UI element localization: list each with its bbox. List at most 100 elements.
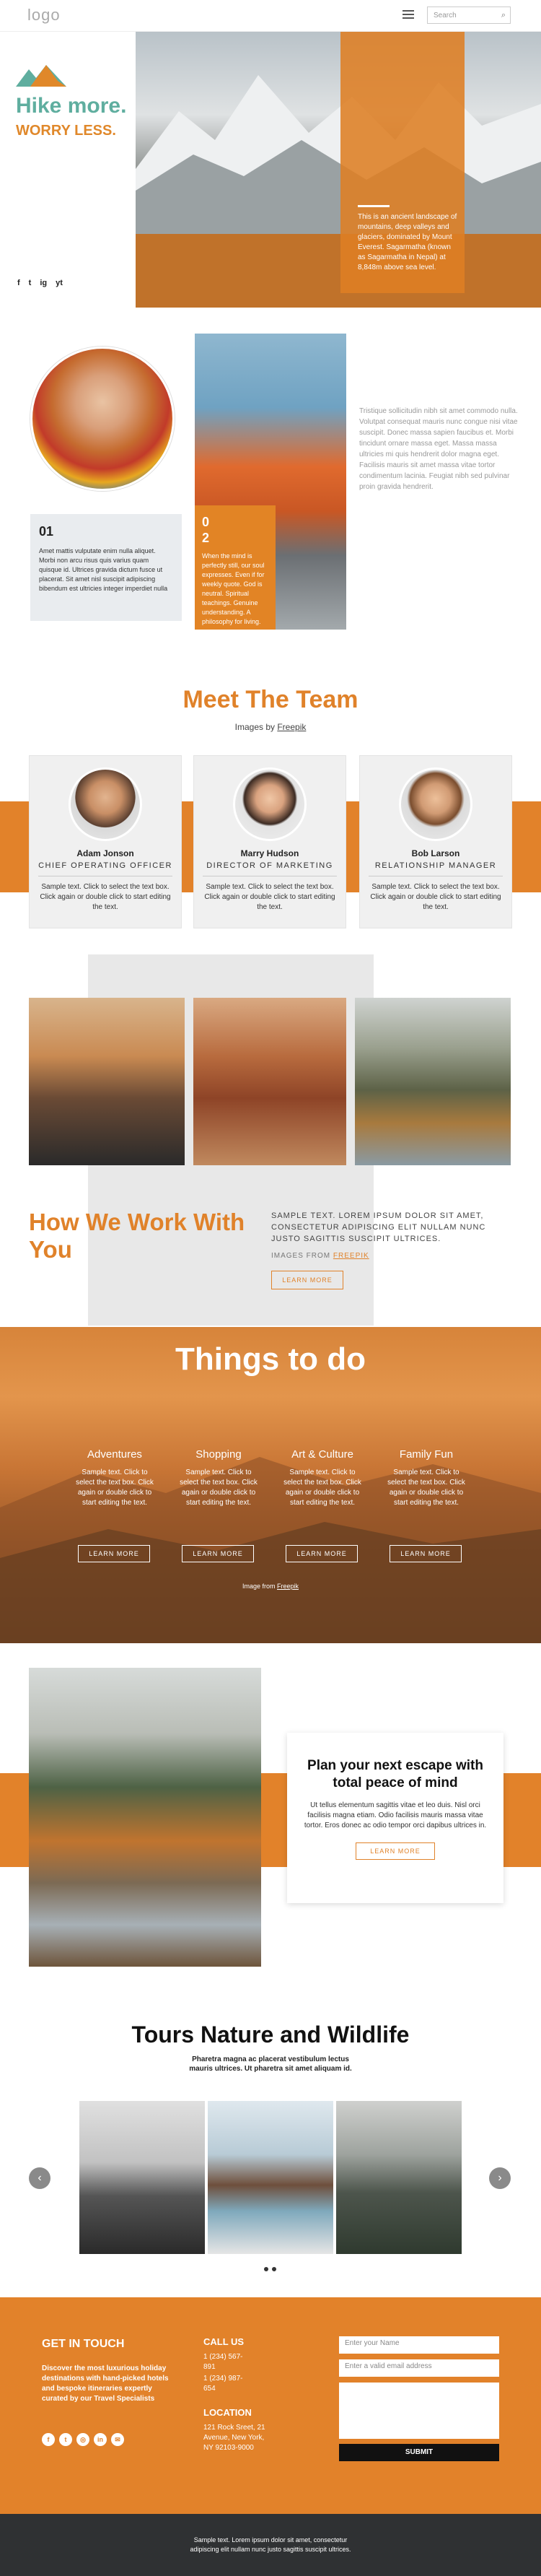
smiling-woman-photo (30, 347, 175, 491)
things-title: Things to do (175, 1341, 366, 1377)
footer-location-title: LOCATION (203, 2407, 252, 2418)
logo[interactable]: logo (27, 6, 61, 25)
message-field[interactable] (339, 2383, 499, 2439)
learn-more-button[interactable]: LEARN MORE (78, 1545, 150, 1562)
member-name: Bob Larson (411, 848, 460, 858)
things-item-family: Family Fun Sample text. Click to select … (384, 1448, 469, 1508)
footer-address: 121 Rock Sreet, 21 Avenue, New York, NY … (203, 2424, 265, 2452)
carousel-dot[interactable] (272, 2267, 276, 2271)
card-number: 01 (39, 524, 54, 539)
site-header: logo Search ⌕ (0, 0, 541, 32)
footer-phone-2[interactable]: 1 (234) 987-654 (203, 2374, 254, 2394)
linkedin-icon[interactable]: in (94, 2433, 107, 2446)
about-side-text: Tristique sollicitudin nibh sit amet com… (359, 407, 518, 491)
email-icon[interactable]: ✉ (111, 2433, 124, 2446)
carousel-dot[interactable] (264, 2267, 268, 2271)
carousel-indicators (264, 2267, 276, 2271)
search-placeholder: Search (434, 12, 457, 19)
item-text: Sample text. Click to select the text bo… (387, 1468, 465, 1507)
tour-photo-coast (208, 2101, 333, 2254)
canyon-photo (193, 998, 346, 1165)
howwework-credit: IMAGES FROM FREEPIK (271, 1252, 369, 1260)
facebook-icon[interactable]: f (17, 279, 20, 287)
member-name: Marry Hudson (240, 848, 299, 858)
card-number: 0 2 (202, 515, 210, 545)
submit-button[interactable]: SUBMIT (339, 2444, 499, 2461)
freepik-link[interactable]: Freepik (277, 722, 306, 732)
name-field[interactable]: Enter your Name (339, 2336, 499, 2354)
things-item-adventures: Adventures Sample text. Click to select … (72, 1448, 157, 1508)
member-role: CHIEF OPERATING OFFICER (38, 861, 172, 870)
item-heading: Shopping (195, 1448, 242, 1461)
tours-title: Tours Nature and Wildlife (131, 2022, 410, 2048)
avatar (399, 767, 472, 841)
item-heading: Art & Culture (291, 1448, 353, 1461)
learn-more-button[interactable]: LEARN MORE (356, 1842, 435, 1860)
search-icon[interactable]: ⌕ (501, 11, 506, 20)
hero-social-row: f t ig yt (17, 279, 63, 287)
hero-subtitle: WORRY LESS. (16, 123, 116, 139)
instagram-icon[interactable]: ig (40, 279, 47, 287)
footer-touch-title: GET IN TOUCH (42, 2338, 125, 2350)
team-title: Meet The Team (182, 686, 359, 713)
item-text: Sample text. Click to select the text bo… (283, 1468, 361, 1507)
freepik-link[interactable]: FREEPIK (333, 1252, 369, 1260)
info-card-01: 01 Amet mattis vulputate enim nulla aliq… (30, 514, 182, 621)
hero-title: Hike more. (16, 94, 127, 118)
youtube-icon[interactable]: yt (56, 279, 63, 287)
hero-divider (358, 205, 390, 207)
team-credit: Images by Freepik (0, 722, 541, 732)
learn-more-button[interactable]: LEARN MORE (271, 1271, 343, 1289)
tours-subtitle: Pharetra magna ac placerat vestibulum le… (189, 2055, 352, 2073)
things-item-art: Art & Culture Sample text. Click to sele… (280, 1448, 365, 1508)
team-card: Adam Jonson CHIEF OPERATING OFFICER Samp… (29, 755, 182, 928)
carousel-next-button[interactable]: › (489, 2167, 511, 2189)
tour-photo-cliffs (336, 2101, 462, 2254)
learn-more-button[interactable]: LEARN MORE (182, 1545, 254, 1562)
twitter-icon[interactable]: t (29, 279, 32, 287)
team-card: Marry Hudson DIRECTOR OF MARKETING Sampl… (193, 755, 346, 928)
freepik-link[interactable]: Freepik (277, 1583, 299, 1590)
footer-touch-text: Discover the most luxurious holiday dest… (42, 2364, 169, 2403)
member-text: Sample text. Click to select the text bo… (370, 883, 501, 911)
team-card: Bob Larson RELATIONSHIP MANAGER Sample t… (359, 755, 512, 928)
credit-prefix: Images by (234, 722, 278, 732)
learn-more-button[interactable]: LEARN MORE (390, 1545, 462, 1562)
footer-phone-1[interactable]: 1 (234) 567-891 (203, 2352, 254, 2372)
instagram-icon[interactable]: ◎ (76, 2433, 89, 2446)
item-heading: Adventures (87, 1448, 142, 1461)
hero-mountain-image (136, 32, 541, 308)
bottom-bar: Sample text. Lorem ipsum dolor sit amet,… (0, 2514, 541, 2576)
member-name: Adam Jonson (76, 848, 134, 858)
twitter-icon[interactable]: t (59, 2433, 72, 2446)
avatar (233, 767, 307, 841)
hero-text: This is an ancient landscape of mountain… (358, 213, 457, 271)
howwework-text: SAMPLE TEXT. LOREM IPSUM DOLOR SIT AMET,… (271, 1211, 486, 1243)
mountain-logo-icon (16, 62, 66, 90)
things-item-shopping: Shopping Sample text. Click to select th… (176, 1448, 261, 1508)
things-credit: Image from Freepik (0, 1583, 541, 1590)
hiker-photo (29, 998, 185, 1165)
learn-more-button[interactable]: LEARN MORE (286, 1545, 358, 1562)
carousel-prev-button[interactable]: ‹ (29, 2167, 50, 2189)
credit-prefix: IMAGES FROM (271, 1252, 333, 1260)
howwework-title: How We Work With You (29, 1209, 245, 1263)
item-text: Sample text. Click to select the text bo… (180, 1468, 258, 1507)
search-input[interactable]: Search ⌕ (427, 6, 511, 24)
menu-icon[interactable] (403, 10, 414, 19)
item-text: Sample text. Click to select the text bo… (76, 1468, 154, 1507)
info-card-02: 0 2 When the mind is perfectly still, ou… (195, 505, 276, 630)
tour-photo-mountains (79, 2101, 205, 2254)
autumn-river-photo (29, 1668, 261, 1967)
item-heading: Family Fun (399, 1448, 454, 1461)
bottom-text: Sample text. Lorem ipsum dolor sit amet,… (190, 2536, 351, 2553)
credit-prefix: Image from (242, 1583, 277, 1590)
plan-title: Plan your next escape with total peace o… (307, 1758, 483, 1790)
facebook-icon[interactable]: f (42, 2433, 55, 2446)
card-text: When the mind is perfectly still, our so… (202, 552, 265, 625)
plan-text: Ut tellus elementum sagittis vitae et le… (304, 1801, 487, 1829)
hero-mountains-illustration (136, 75, 541, 308)
member-role: RELATIONSHIP MANAGER (374, 861, 497, 870)
plan-card: Plan your next escape with total peace o… (287, 1733, 503, 1903)
email-field[interactable]: Enter a valid email address (339, 2359, 499, 2377)
